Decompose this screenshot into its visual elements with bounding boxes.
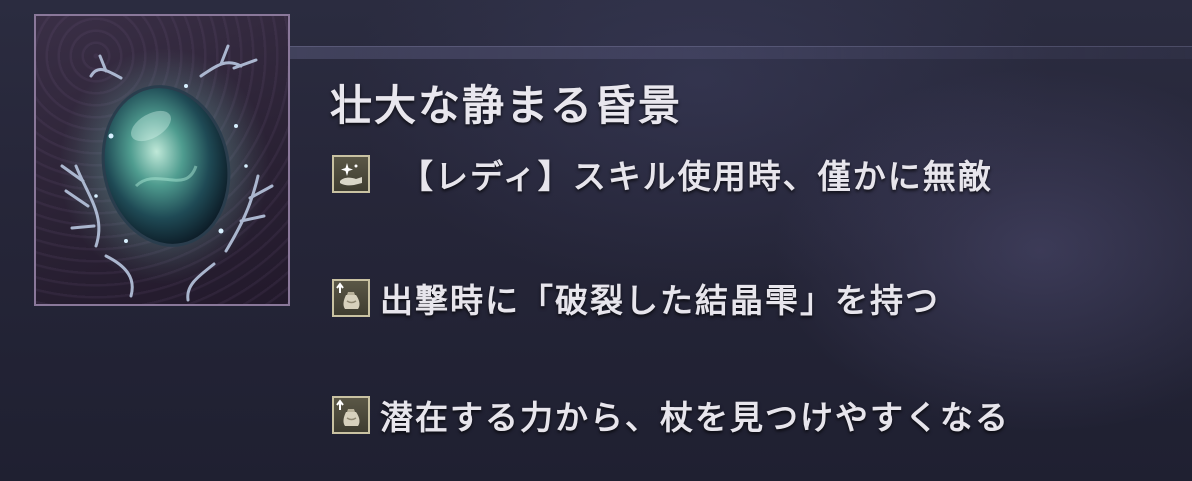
effect-text-1: 【レディ】スキル使用時、僅かに無敵	[400, 157, 993, 196]
header-band	[290, 46, 1192, 59]
effect-row-1: 【レディ】スキル使用時、僅かに無敵	[332, 152, 993, 196]
item-pouch-icon	[332, 396, 370, 434]
item-pouch-icon	[332, 279, 370, 317]
crystal-egg-relic-icon	[59, 44, 274, 302]
hand-sparkle-icon	[332, 155, 370, 193]
effect-row-2: 出撃時に「破裂した結晶雫」を持つ	[332, 276, 940, 320]
relic-name: 壮大な静まる昏景	[330, 81, 683, 130]
effect-row-3: 潜在する力から、杖を見つけやすくなる	[332, 393, 1010, 437]
relic-image-frame	[34, 14, 290, 306]
effect-text-2: 出撃時に「破裂した結晶雫」を持つ	[380, 281, 940, 320]
effect-text-3: 潜在する力から、杖を見つけやすくなる	[380, 398, 1010, 437]
